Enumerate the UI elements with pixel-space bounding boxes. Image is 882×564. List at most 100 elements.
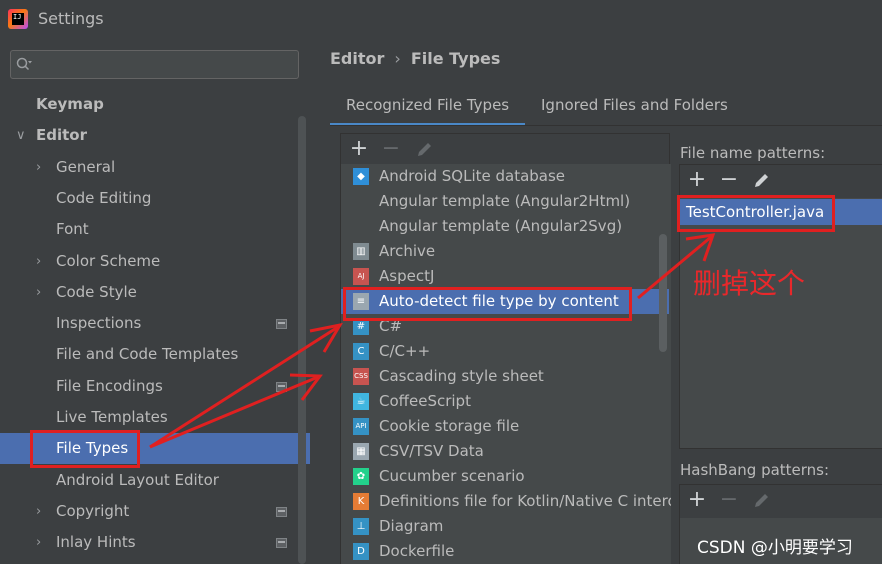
remove-file-type-button[interactable]: − [380, 138, 402, 160]
file-type-label: Angular template (Angular2Svg) [379, 217, 623, 235]
file-type-row[interactable]: # C# [341, 314, 669, 339]
edit-pattern-pencil-icon[interactable] [751, 169, 773, 191]
file-type-row[interactable]: D Dockerfile [341, 539, 669, 564]
search-input[interactable] [10, 50, 299, 79]
add-pattern-button[interactable]: + [686, 169, 708, 191]
text-file-icon: ≡ [353, 293, 369, 310]
breadcrumb-parent[interactable]: Editor [330, 49, 384, 68]
file-type-row[interactable]: ≡ Auto-detect file type by content [341, 289, 669, 314]
sidebar-item-code-style[interactable]: › Code Style [0, 277, 310, 308]
watermark: CSDN @小明要学习 [697, 538, 853, 558]
project-settings-icon [276, 507, 287, 517]
css-icon: CSS [353, 368, 369, 385]
project-settings-icon [276, 382, 287, 392]
sidebar-item-color-scheme[interactable]: › Color Scheme [0, 246, 310, 277]
file-types-scrollbar[interactable] [659, 234, 667, 352]
sidebar-item-label: Android Layout Editor [56, 471, 219, 489]
search-icon [16, 57, 32, 71]
file-type-label: Archive [379, 242, 436, 260]
sidebar-item-label: Font [56, 220, 89, 238]
file-name-patterns-panel: + − TestController.java [679, 164, 882, 449]
sidebar-item-label: Color Scheme [56, 252, 161, 270]
sidebar-item-keymap[interactable]: Keymap [0, 89, 310, 120]
breadcrumb: Editor › File Types [330, 49, 500, 68]
file-type-row[interactable]: ☕ CoffeeScript [341, 389, 669, 414]
add-file-type-button[interactable]: + [348, 138, 370, 160]
chevron-right-icon[interactable]: › [36, 527, 48, 558]
file-type-label: C/C++ [379, 342, 431, 360]
sidebar-item-label: General [56, 158, 116, 176]
file-type-row[interactable]: ▦ CSV/TSV Data [341, 439, 669, 464]
edit-hashbang-pencil-icon[interactable] [751, 489, 773, 511]
sidebar-item-general[interactable]: › General [0, 152, 310, 183]
file-type-row[interactable]: CSS Cascading style sheet [341, 364, 669, 389]
file-type-label: CoffeeScript [379, 392, 471, 410]
chevron-right-icon[interactable]: › [36, 277, 48, 308]
pattern-item[interactable]: TestController.java [680, 199, 882, 225]
archive-icon: ▥ [353, 243, 369, 260]
csharp-icon: # [353, 318, 369, 335]
chevron-right-icon[interactable]: › [36, 496, 48, 527]
chevron-down-icon[interactable]: ∨ [16, 120, 28, 151]
file-types-toolbar: + − [341, 134, 671, 164]
sidebar-item-code-editing[interactable]: Code Editing [0, 183, 310, 214]
file-type-label: AspectJ [379, 267, 435, 285]
breadcrumb-current: File Types [410, 49, 501, 68]
project-settings-icon [276, 319, 287, 329]
file-type-row[interactable]: K Definitions file for Kotlin/Native C in… [341, 489, 671, 514]
annotation-text: 删掉这个 [693, 267, 806, 300]
sidebar-item-android-layout-editor[interactable]: Android Layout Editor [0, 465, 310, 496]
file-type-row[interactable]: ▥ Archive [341, 239, 669, 264]
file-type-label: Cookie storage file [379, 417, 520, 435]
chevron-right-icon[interactable]: › [36, 246, 48, 277]
coffeescript-icon: ☕ [353, 393, 369, 410]
sidebar-item-file-and-code-templates[interactable]: File and Code Templates [0, 339, 310, 370]
pencil-icon[interactable] [414, 138, 436, 160]
file-type-label: Cascading style sheet [379, 367, 544, 385]
project-settings-icon [276, 538, 287, 548]
file-type-row[interactable]: ◆ Android SQLite database [341, 164, 669, 189]
file-type-row[interactable]: API Cookie storage file [341, 414, 669, 439]
remove-pattern-button[interactable]: − [718, 169, 740, 191]
file-type-label: Android SQLite database [379, 167, 566, 185]
sidebar-item-file-types[interactable]: File Types [0, 433, 310, 464]
breadcrumb-separator: › [394, 49, 401, 68]
file-type-label: CSV/TSV Data [379, 442, 484, 460]
sidebar-item-label: Keymap [36, 95, 104, 113]
sidebar-item-editor[interactable]: ∨ Editor [0, 120, 310, 151]
file-type-row[interactable]: C C/C++ [341, 339, 669, 364]
tab-recognized-file-types[interactable]: Recognized File Types [330, 90, 525, 126]
sidebar-item-label: Copyright [56, 502, 130, 520]
file-type-label: Dockerfile [379, 542, 455, 560]
file-type-row[interactable]: Angular template (Angular2Svg) [341, 214, 669, 239]
patterns-toolbar: + − [680, 165, 882, 198]
file-type-label: Angular template (Angular2Html) [379, 192, 631, 210]
sidebar-item-inlay-hints[interactable]: › Inlay Hints [0, 527, 310, 558]
file-type-row[interactable]: ⊥ Diagram [341, 514, 669, 539]
file-type-row[interactable]: AJ AspectJ [341, 264, 669, 289]
hashbang-toolbar: + − [680, 485, 882, 518]
recognized-file-types-panel: + − ◆ Android SQLite database Angular temp… [340, 133, 671, 564]
sidebar-item-label: File Types [56, 439, 129, 457]
sidebar-item-file-encodings[interactable]: File Encodings [0, 371, 310, 402]
file-types-list[interactable]: ◆ Android SQLite database Angular template… [341, 164, 671, 564]
settings-sidebar: Keymap ∨ Editor › General Code Editing Font › Co… [0, 38, 310, 564]
sidebar-item-label: Code Style [56, 283, 137, 301]
sidebar-item-inspections[interactable]: Inspections [0, 308, 310, 339]
tab-ignored-files-and-folders[interactable]: Ignored Files and Folders [541, 90, 728, 126]
sidebar-item-font[interactable]: Font [0, 214, 310, 245]
kotlin-icon: K [353, 493, 369, 510]
remove-hashbang-button[interactable]: − [718, 489, 740, 511]
chevron-right-icon[interactable]: › [36, 152, 48, 183]
dockerfile-icon: D [353, 543, 369, 560]
sidebar-scrollbar[interactable] [298, 116, 306, 564]
file-type-label: Auto-detect file type by content [379, 292, 619, 310]
file-type-row[interactable]: ✿ Cucumber scenario [341, 464, 669, 489]
file-type-row[interactable]: Angular template (Angular2Html) [341, 189, 669, 214]
add-hashbang-button[interactable]: + [686, 489, 708, 511]
hashbang-patterns-label: HashBang patterns: [680, 461, 830, 479]
file-type-label: C# [379, 317, 403, 335]
sidebar-item-live-templates[interactable]: Live Templates [0, 402, 310, 433]
sidebar-item-copyright[interactable]: › Copyright [0, 496, 310, 527]
tab-divider [330, 125, 882, 126]
